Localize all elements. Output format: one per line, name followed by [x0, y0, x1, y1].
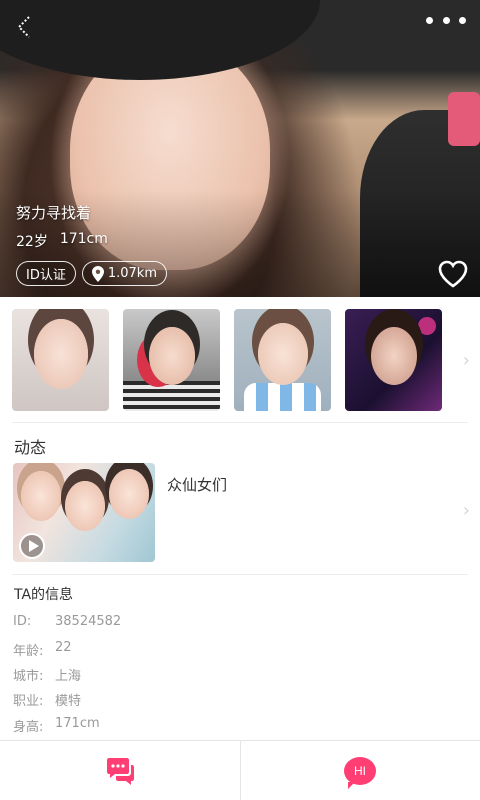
info-row-id: ID: 38524582 — [13, 614, 121, 629]
info-value: 171cm — [55, 716, 100, 731]
moments-title: 动态 — [14, 438, 47, 457]
photo-thumbnail[interactable] — [12, 309, 109, 411]
hero-strap — [448, 92, 480, 146]
info-row-height: 身高: 171cm — [13, 716, 100, 735]
id-verified-badge: ID认证 — [16, 261, 76, 286]
profile-badges: ID认证 1.07km — [16, 261, 167, 286]
photo-thumbnail[interactable] — [345, 309, 442, 411]
more-icon-dot — [426, 16, 433, 24]
divider — [12, 574, 468, 575]
id-verified-label: ID认证 — [26, 268, 66, 283]
divider — [12, 422, 468, 423]
play-icon[interactable] — [19, 533, 45, 559]
profile-stats: 22岁 171cm — [16, 231, 108, 251]
greet-button[interactable]: HI — [240, 741, 480, 800]
chevron-right-icon[interactable]: › — [463, 500, 470, 521]
back-icon — [17, 16, 30, 38]
info-value: 22 — [55, 640, 72, 655]
profile-name: 努力寻找着 — [16, 204, 92, 222]
info-row-occupation: 职业: 模特 — [13, 690, 81, 709]
info-value: 38524582 — [55, 614, 122, 629]
info-value: 上海 — [55, 669, 82, 684]
bottom-bar-separator — [240, 741, 241, 800]
info-label: 职业: — [13, 694, 44, 709]
info-row-city: 城市: 上海 — [13, 665, 81, 684]
info-label: ID: — [13, 614, 32, 629]
heart-icon — [438, 260, 468, 288]
moment-caption: 众仙女们 — [167, 476, 228, 494]
photo-thumbnail[interactable] — [123, 309, 220, 411]
info-row-age: 年龄: 22 — [13, 640, 72, 659]
distance-badge: 1.07km — [81, 261, 167, 286]
bottom-action-bar: HI — [0, 740, 480, 800]
info-label: 城市: — [13, 669, 44, 684]
more-icon-dot — [442, 16, 450, 24]
back-button[interactable] — [10, 12, 40, 42]
more-icon-dot — [459, 16, 466, 24]
photo-thumbnail[interactable] — [234, 309, 331, 411]
chevron-right-icon[interactable]: › — [463, 350, 470, 371]
info-label: 年龄: — [13, 644, 44, 659]
hi-bubble-icon: HI — [344, 756, 376, 789]
location-pin-icon — [91, 265, 104, 282]
profile-age: 22岁 — [16, 234, 48, 250]
distance-label: 1.07km — [107, 266, 157, 281]
moment-video-thumbnail[interactable] — [13, 463, 155, 562]
photo-strip — [12, 309, 472, 411]
info-title: TA的信息 — [14, 587, 74, 603]
info-value: 模特 — [55, 694, 82, 709]
hero-hat — [0, 0, 320, 80]
more-button[interactable] — [426, 12, 466, 28]
chat-bubble-icon — [107, 757, 134, 785]
greet-label: HI — [354, 763, 366, 778]
profile-hero-photo — [0, 0, 480, 297]
info-label: 身高: — [13, 720, 44, 735]
chat-button[interactable] — [0, 741, 240, 800]
like-button[interactable] — [438, 260, 468, 288]
profile-height: 171cm — [59, 231, 108, 247]
